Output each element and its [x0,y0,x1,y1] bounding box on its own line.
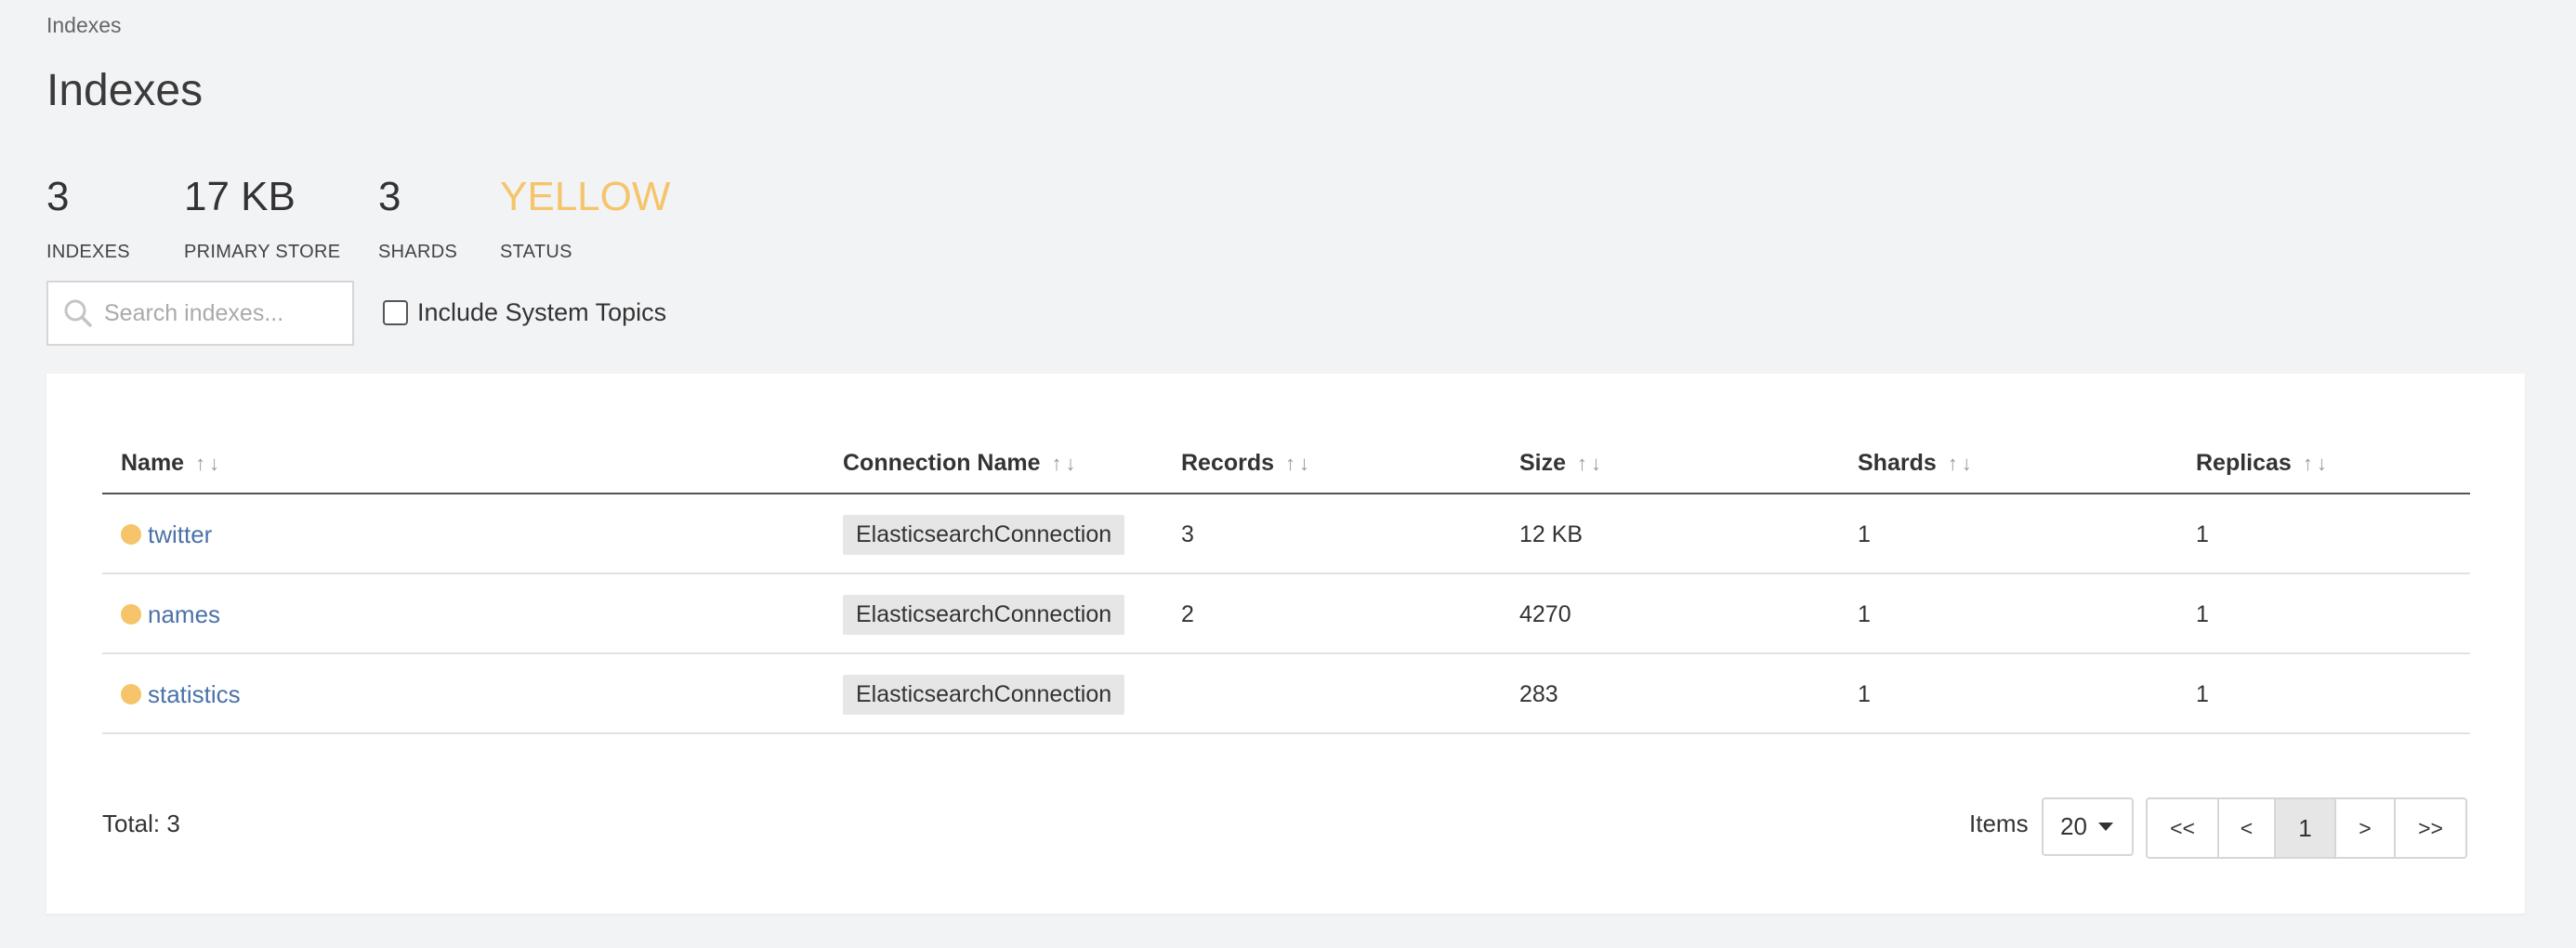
sort-icon[interactable]: ↑ ↓ [1285,452,1309,476]
cell-replicas: 1 [2196,680,2209,707]
stat-value: 17 KB [184,174,296,219]
page-1-button[interactable]: 1 [2276,799,2336,857]
cell-name: names [121,574,220,654]
column-header-size[interactable]: Size ↑ ↓ [1519,450,1601,477]
page-title: Indexes [46,66,204,115]
include-system-topics-toggle[interactable]: Include System Topics [383,298,666,327]
connection-tag: ElasticsearchConnection [843,674,1125,715]
connection-tag: ElasticsearchConnection [843,514,1125,555]
column-header-label: Records [1181,450,1275,476]
items-per-page-label: Items [1969,810,2029,837]
table-row: names ElasticsearchConnection 2 4270 1 1 [102,574,2470,654]
column-header-label: Shards [1858,450,1937,476]
breadcrumb[interactable]: Indexes [46,13,122,38]
stat-shards: 3 SHARDS [378,171,457,263]
sort-icon[interactable]: ↑ ↓ [1577,452,1601,476]
include-system-topics-label[interactable]: Include System Topics [417,298,666,327]
stat-primary-store: 17 KB PRIMARY STORE [184,171,340,263]
search-icon [64,299,92,327]
status-dot-icon [121,524,141,545]
cell-replicas: 1 [2196,520,2209,547]
sort-icon[interactable]: ↑ ↓ [1052,452,1076,476]
column-header-label: Replicas [2196,450,2292,476]
pagination: << < 1 > >> [2146,797,2467,859]
cell-size: 283 [1519,680,1558,707]
index-name-link[interactable]: twitter [148,520,212,549]
stat-indexes: 3 INDEXES [46,171,130,263]
status-dot-icon [121,684,141,704]
stat-label: SHARDS [378,242,458,262]
page-size-value: 20 [2060,812,2087,840]
stat-value: 3 [46,174,70,219]
cell-name: statistics [121,654,241,734]
cell-shards: 1 [1858,600,1871,627]
sort-icon[interactable]: ↑ ↓ [2303,452,2327,476]
column-header-name[interactable]: Name ↑ ↓ [121,450,219,477]
table-header: Name ↑ ↓ Connection Name ↑ ↓ Records ↑ ↓ Si… [102,424,2470,494]
include-system-topics-checkbox[interactable] [383,300,408,325]
cell-replicas: 1 [2196,600,2209,627]
stat-label: STATUS [500,242,572,262]
connection-tag: ElasticsearchConnection [843,594,1125,635]
column-header-replicas[interactable]: Replicas ↑ ↓ [2196,450,2327,477]
column-header-label: Connection Name [843,450,1041,476]
prev-page-button[interactable]: < [2219,799,2276,857]
column-header-connection-name[interactable]: Connection Name ↑ ↓ [843,450,1076,477]
index-name-link[interactable]: statistics [148,680,241,709]
cell-name: twitter [121,494,212,574]
page-size-select[interactable]: 20 [2042,797,2134,856]
next-page-button[interactable]: > [2336,799,2396,857]
indexes-table: Name ↑ ↓ Connection Name ↑ ↓ Records ↑ ↓ Si… [102,424,2470,734]
sort-icon[interactable]: ↑ ↓ [1948,452,1972,476]
indexes-card: Name ↑ ↓ Connection Name ↑ ↓ Records ↑ ↓ Si… [46,374,2525,914]
search-input[interactable] [104,299,336,327]
status-dot-icon [121,604,141,625]
caret-down-icon [2097,823,2113,831]
cell-size: 4270 [1519,600,1571,627]
cell-size: 12 KB [1519,520,1584,547]
column-header-shards[interactable]: Shards ↑ ↓ [1858,450,1972,477]
index-name-link[interactable]: names [148,600,220,629]
table-row: twitter ElasticsearchConnection 3 12 KB … [102,494,2470,574]
first-page-button[interactable]: << [2148,799,2219,857]
table-row: statistics ElasticsearchConnection 283 1… [102,654,2470,734]
column-header-records[interactable]: Records ↑ ↓ [1181,450,1309,477]
cell-connection: ElasticsearchConnection [843,494,1125,574]
cell-records: 2 [1181,600,1194,627]
column-header-label: Size [1519,450,1567,476]
stat-value: 3 [378,174,401,219]
cell-records: 3 [1181,520,1194,547]
column-header-label: Name [121,450,185,476]
last-page-button[interactable]: >> [2396,799,2465,857]
stat-value: YELLOW [500,174,671,219]
stat-label: INDEXES [46,242,130,262]
cell-connection: ElasticsearchConnection [843,654,1125,734]
search-box[interactable] [46,281,354,346]
total-count: Total: 3 [102,810,180,837]
sort-icon[interactable]: ↑ ↓ [195,452,219,476]
stat-label: PRIMARY STORE [184,242,341,262]
cell-connection: ElasticsearchConnection [843,574,1125,654]
stat-status: YELLOW STATUS [500,171,670,263]
cell-shards: 1 [1858,520,1871,547]
cell-shards: 1 [1858,680,1871,707]
